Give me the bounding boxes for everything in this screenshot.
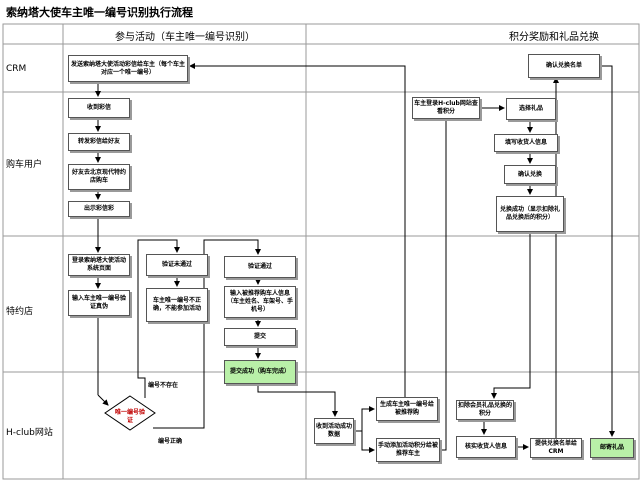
box-choose-gift: 选择礼品	[506, 98, 556, 120]
lane-label-dealer: 特约店	[6, 307, 34, 317]
box-submit-ok: 提交成功（购车完成）	[224, 360, 296, 384]
box-forward-sms: 转发彩信给好友	[68, 133, 130, 151]
box-fill-info: 填写收货人信息	[494, 134, 558, 152]
box-login-system: 登录索纳塔大使活动系统页面	[68, 254, 130, 276]
box-exchange-ok: 兑换成功（显示扣除礼品兑换后的积分）	[496, 196, 564, 232]
lane-label-hclub: H-club网站	[6, 428, 53, 438]
box-hclub-login: 车主登录H-club网站查看积分	[412, 97, 480, 119]
box-show-sms: 出示彩信彩	[68, 201, 130, 217]
lane-label-buyer: 购车用户	[6, 160, 43, 170]
box-send-sms: 发送索纳塔大使活动彩信给车主（每个车主对应一个唯一编号）	[68, 55, 188, 82]
box-enter-number: 输入车主唯一编号验证真伪	[68, 290, 130, 316]
box-friend-visit: 好友去北京现代特约店购车	[68, 164, 130, 190]
column-header-rewards: 积分奖励和礼品兑换	[509, 32, 599, 43]
box-mail-gift: 邮寄礼品	[590, 438, 634, 458]
box-verify-receiver: 核实收货人信息	[456, 436, 516, 458]
column-header-participation: 参与活动（车主唯一编号识别）	[115, 32, 255, 43]
label-number-missing: 编号不存在	[148, 382, 179, 389]
box-wrong-number: 车主唯一编号不正确，不能参加活动	[146, 288, 208, 322]
box-receive-data: 收到活动成功数据	[314, 418, 354, 444]
box-provide-list: 提供兑换名单给CRM	[530, 438, 582, 458]
box-submit: 提交	[224, 328, 296, 346]
box-manual-points: 手动添加活动积分给被推荐车主	[376, 438, 440, 462]
box-verify-pass: 验证通过	[224, 256, 296, 278]
box-confirm-list: 确认兑换名单	[528, 54, 600, 78]
box-gen-number: 生成车主唯一编号给被推荐购	[376, 397, 438, 421]
label-number-correct: 编号正确	[158, 438, 183, 445]
box-deduct-points: 扣除会员礼品兑换的积分	[456, 400, 514, 420]
box-enter-info: 输入被推荐购车人信息（车主姓名、车架号、手机号）	[224, 286, 296, 318]
box-verify-fail: 验证未通过	[146, 254, 208, 276]
decision-label: 唯一编号验证	[114, 409, 145, 424]
box-receive-sms: 收到彩信	[68, 98, 130, 118]
lane-label-crm: CRM	[6, 64, 27, 74]
box-confirm-exchange: 确认兑换	[504, 165, 556, 184]
